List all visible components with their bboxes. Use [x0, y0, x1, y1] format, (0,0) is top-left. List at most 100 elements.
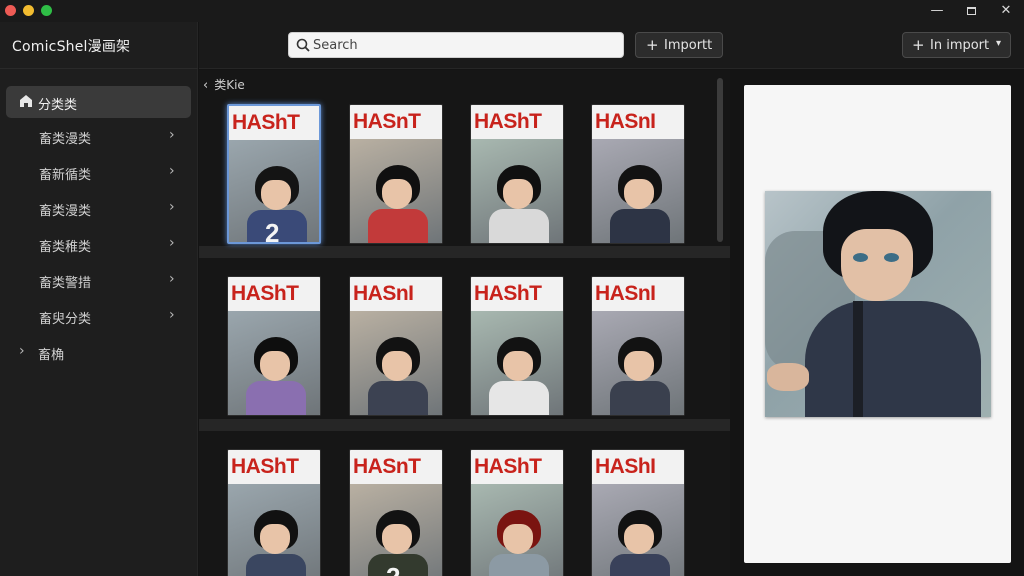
chevron-right-icon: ›: [169, 199, 175, 215]
sidebar-item-label: 畜新循类: [39, 168, 92, 183]
chevron-right-icon: ›: [169, 271, 175, 287]
cover-art: 2: [350, 484, 442, 576]
sidebar-divider: [0, 68, 198, 69]
cover-art: [471, 484, 563, 576]
cover-title: HAShT: [474, 455, 542, 478]
sidebar-item-label: 畜桷: [38, 348, 65, 363]
cover-title: HASnI: [353, 282, 414, 305]
comic-cover[interactable]: HASnT: [349, 104, 443, 244]
chevron-right-icon: ›: [169, 163, 175, 179]
cover-figure-body: [610, 381, 670, 415]
comic-cover[interactable]: HAShT: [227, 276, 321, 416]
chevron-right-icon: ›: [19, 343, 25, 359]
cover-art: [592, 484, 684, 576]
cover-title: HAShT: [474, 110, 542, 133]
cover-title: HAShT: [231, 282, 299, 305]
sidebar-item-3[interactable]: 畜类稚类 ›: [0, 232, 198, 258]
cover-figure-body: [368, 209, 428, 243]
chevron-right-icon: ›: [169, 127, 175, 143]
cover-number: 2: [386, 562, 400, 576]
sidebar-item-4[interactable]: 畜类警措 ›: [0, 268, 198, 294]
close-window-button[interactable]: ✕: [991, 1, 1021, 21]
chevron-right-icon: ›: [169, 235, 175, 251]
maximize-window-button[interactable]: [956, 1, 986, 21]
preview-figure-eye: [884, 253, 899, 262]
sidebar-item-1[interactable]: 畜新循类 ›: [0, 160, 198, 186]
cover-figure-body: [246, 554, 306, 576]
comic-cover[interactable]: HASnI: [349, 276, 443, 416]
comic-cover[interactable]: HAShI: [591, 449, 685, 576]
comic-cover[interactable]: HAShT: [470, 449, 564, 576]
search-icon: [296, 38, 310, 52]
cover-title: HAShI: [595, 455, 656, 478]
preview-figure-eye: [853, 253, 868, 262]
cover-art: [592, 139, 684, 243]
sidebar-item-label: 畜臾分类: [39, 312, 92, 327]
import-button-label: Importt: [664, 38, 713, 53]
preview-image: [765, 191, 991, 417]
cover-figure-face: [624, 524, 654, 554]
cover-art: 2: [229, 140, 319, 242]
sidebar-item-label: 畜类稚类: [39, 240, 92, 255]
comic-cover[interactable]: HASnI: [591, 104, 685, 244]
cover-art: [350, 311, 442, 415]
cover-figure-face: [260, 524, 290, 554]
sidebar: ComicShel漫画架 分类类 畜类漫类 › 畜新循类 › 畜类漫类 › 畜类…: [0, 22, 198, 576]
search-placeholder: Search: [313, 38, 358, 53]
sidebar-item-2[interactable]: 畜类漫类 ›: [0, 196, 198, 222]
sidebar-item-label: 畜类漫类: [39, 132, 92, 147]
zoom-traffic-light[interactable]: [41, 5, 52, 16]
comic-cover[interactable]: HAShT 2: [227, 104, 321, 244]
maximize-icon: [966, 6, 976, 15]
sidebar-tree-item[interactable]: › 畜桷: [0, 340, 198, 366]
cover-figure-face: [261, 180, 291, 210]
search-input[interactable]: Search: [288, 32, 624, 58]
plus-icon: +: [912, 36, 925, 54]
cover-figure-face: [624, 179, 654, 209]
title-bar: — ✕: [0, 0, 1024, 22]
cover-figure-body: [610, 209, 670, 243]
sidebar-item-5[interactable]: 畜臾分类 ›: [0, 304, 198, 330]
cover-figure-face: [260, 351, 290, 381]
cover-art: [592, 311, 684, 415]
preview-figure-face: [841, 229, 913, 301]
comic-cover[interactable]: HAShT: [227, 449, 321, 576]
cover-art: [471, 139, 563, 243]
plus-icon: +: [646, 36, 659, 54]
cover-title: HASnI: [595, 110, 656, 133]
breadcrumb-label: 类Kie: [214, 78, 245, 92]
import-dropdown-label: In import: [930, 38, 990, 53]
cover-title: HASnT: [353, 110, 421, 133]
breadcrumb[interactable]: ‹ 类Kie: [203, 76, 245, 93]
comic-cover[interactable]: HAShT: [470, 276, 564, 416]
cover-title: HASnT: [353, 455, 421, 478]
scrollbar[interactable]: [717, 78, 723, 242]
cover-figure-body: [610, 554, 670, 576]
cover-figure-body: [489, 381, 549, 415]
import-button[interactable]: + Importt: [635, 32, 723, 58]
cover-figure-body: [246, 381, 306, 415]
cover-art: [350, 139, 442, 243]
minimize-traffic-light[interactable]: [23, 5, 34, 16]
preview-figure-hand: [767, 363, 809, 391]
sidebar-item-label: 分类类: [38, 98, 78, 113]
cover-title: HAShT: [232, 111, 300, 134]
comic-cover[interactable]: HAShT: [470, 104, 564, 244]
cover-figure-face: [503, 351, 533, 381]
import-dropdown-button[interactable]: + In import ▾: [902, 32, 1011, 58]
comic-cover[interactable]: HASnI: [591, 276, 685, 416]
cover-figure-face: [624, 351, 654, 381]
comic-cover[interactable]: HASnT 2: [349, 449, 443, 576]
cover-title: HAShT: [231, 455, 299, 478]
sidebar-item-categories[interactable]: 分类类: [6, 86, 191, 118]
cover-title: HASnI: [595, 282, 656, 305]
comic-grid: ‹ 类Kie HAShT 2 HASnT HAShT HASnI HAShT HASnI HAS…: [199, 70, 730, 576]
cover-figure-face: [503, 524, 533, 554]
cover-figure-face: [382, 179, 412, 209]
close-traffic-light[interactable]: [5, 5, 16, 16]
cover-art: [228, 484, 320, 576]
shelf-divider: [199, 246, 730, 258]
cover-figure-face: [503, 179, 533, 209]
minimize-window-button[interactable]: —: [922, 1, 952, 21]
sidebar-item-0[interactable]: 畜类漫类 ›: [0, 124, 198, 150]
